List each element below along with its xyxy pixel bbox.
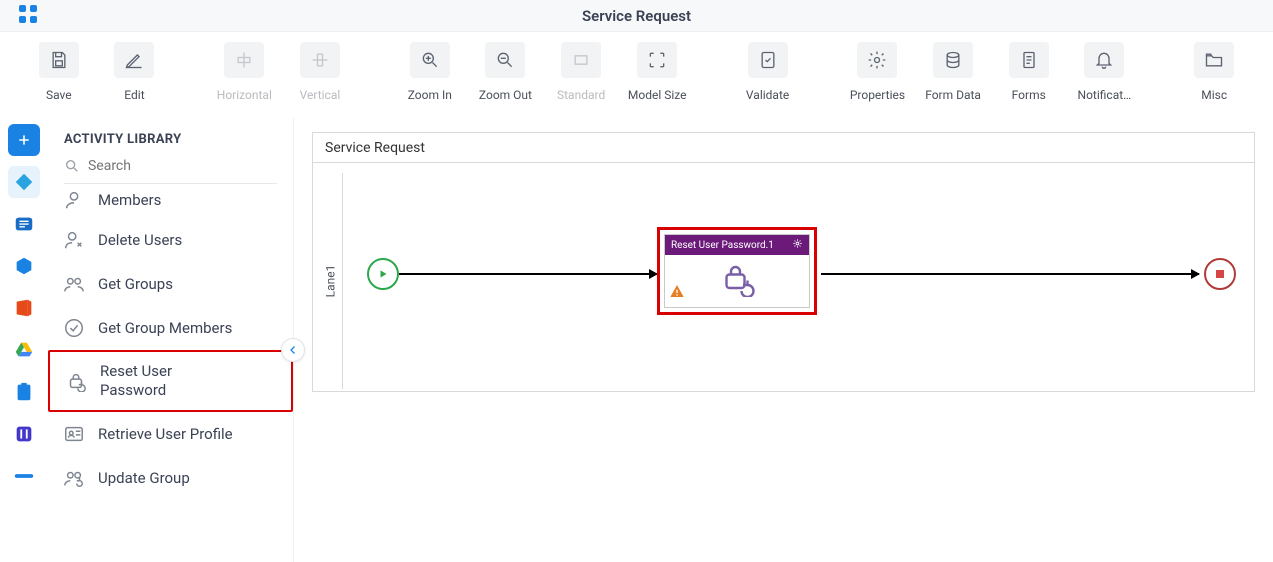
play-icon bbox=[377, 268, 389, 280]
toolbar-label: Zoom Out bbox=[479, 88, 532, 102]
toolbar-label: Misc bbox=[1201, 88, 1227, 102]
toolbar-label: Save bbox=[46, 88, 72, 102]
activity-label: Get Group Members bbox=[98, 319, 232, 337]
activity-node-reset-password[interactable]: Reset User Password.1 bbox=[657, 227, 817, 315]
properties-button[interactable]: Properties bbox=[849, 42, 907, 102]
top-bar: Service Request bbox=[0, 0, 1273, 32]
toolbar-label: Properties bbox=[850, 88, 905, 102]
user-icon bbox=[62, 188, 86, 212]
update-group-icon bbox=[62, 466, 86, 490]
lane-label[interactable]: Lane1 bbox=[319, 173, 343, 389]
delete-user-icon bbox=[62, 228, 86, 252]
activity-item-get-group-members[interactable]: Get Group Members bbox=[48, 306, 293, 350]
process-canvas[interactable]: Service Request Lane1 Reset User Passwor… bbox=[312, 132, 1255, 392]
icon-rail bbox=[0, 118, 48, 562]
toolbar-label: Edit bbox=[124, 88, 144, 102]
zoom-standard-button[interactable]: Standard bbox=[552, 42, 610, 102]
toolbar-label: Horizontal bbox=[217, 88, 272, 102]
zoom-in-icon bbox=[410, 42, 450, 78]
sidebar-header: ACTIVITY LIBRARY bbox=[48, 118, 293, 157]
gear-icon[interactable] bbox=[792, 238, 803, 252]
toolbar-label: Notificat… bbox=[1078, 88, 1132, 102]
zoom-in-button[interactable]: Zoom In bbox=[401, 42, 459, 102]
activity-item-get-groups[interactable]: Get Groups bbox=[48, 262, 293, 306]
activity-item-reset-user-password[interactable]: Reset UserPassword bbox=[48, 350, 293, 412]
rail-item-more[interactable] bbox=[8, 460, 40, 492]
toolbar-label: Validate bbox=[746, 88, 789, 102]
rail-item-drive[interactable] bbox=[8, 334, 40, 366]
rail-item-generic[interactable] bbox=[8, 166, 40, 198]
save-icon bbox=[39, 42, 79, 78]
activity-label: Delete Users bbox=[98, 231, 182, 249]
rail-item-indigo[interactable] bbox=[8, 418, 40, 450]
activity-item-retrieve-user-profile[interactable]: Retrieve User Profile bbox=[48, 412, 293, 456]
page-title: Service Request bbox=[582, 7, 691, 25]
canvas-wrap: Service Request Lane1 Reset User Passwor… bbox=[294, 118, 1273, 562]
search-icon bbox=[64, 157, 80, 175]
align-horizontal-icon bbox=[224, 42, 264, 78]
activity-label: Retrieve User Profile bbox=[98, 425, 233, 443]
database-icon bbox=[933, 42, 973, 78]
start-node[interactable] bbox=[367, 258, 399, 290]
edge[interactable] bbox=[399, 273, 657, 275]
notifications-button[interactable]: Notificat… bbox=[1076, 42, 1134, 102]
group-icon bbox=[62, 272, 86, 296]
gear-icon bbox=[857, 42, 897, 78]
toolbar-label: Zoom In bbox=[408, 88, 452, 102]
activity-item-delete-users[interactable]: Delete Users bbox=[48, 218, 293, 262]
activity-library-sidebar: ACTIVITY LIBRARY Members Delete Users Ge… bbox=[48, 118, 294, 562]
zoom-out-icon bbox=[485, 42, 525, 78]
toolbar-label: Form Data bbox=[925, 88, 981, 102]
misc-button[interactable]: Misc bbox=[1185, 42, 1243, 102]
toolbar-label: Vertical bbox=[300, 88, 341, 102]
activity-label: Get Groups bbox=[98, 275, 173, 293]
forms-icon bbox=[1009, 42, 1049, 78]
lock-reset-icon bbox=[719, 261, 755, 301]
activity-node-title: Reset User Password.1 bbox=[671, 240, 774, 251]
toolbar-label: Forms bbox=[1012, 88, 1046, 102]
sidebar-collapse-button[interactable] bbox=[281, 338, 305, 362]
canvas-title: Service Request bbox=[313, 133, 1254, 163]
lock-reset-icon bbox=[64, 369, 88, 393]
activity-label: Update Group bbox=[98, 469, 190, 487]
search-input[interactable] bbox=[88, 158, 277, 174]
align-horizontal-button[interactable]: Horizontal bbox=[216, 42, 274, 102]
save-button[interactable]: Save bbox=[30, 42, 88, 102]
rail-item-hexagon[interactable] bbox=[8, 250, 40, 282]
edit-icon bbox=[114, 42, 154, 78]
folder-icon bbox=[1194, 42, 1234, 78]
end-node[interactable] bbox=[1204, 258, 1236, 290]
profile-card-icon bbox=[62, 422, 86, 446]
check-circle-icon bbox=[62, 316, 86, 340]
align-vertical-icon bbox=[300, 42, 340, 78]
rail-add-button[interactable] bbox=[8, 124, 40, 156]
validate-button[interactable]: Validate bbox=[739, 42, 797, 102]
activity-label: Reset UserPassword bbox=[100, 362, 172, 400]
zoom-out-button[interactable]: Zoom Out bbox=[477, 42, 535, 102]
activity-item-members[interactable]: Members bbox=[48, 186, 293, 218]
sidebar-search[interactable] bbox=[48, 157, 293, 183]
activity-item-update-group[interactable]: Update Group bbox=[48, 456, 293, 500]
rail-item-office[interactable] bbox=[8, 292, 40, 324]
toolbar-label: Standard bbox=[557, 88, 605, 102]
warning-icon bbox=[669, 283, 685, 303]
bell-icon bbox=[1084, 42, 1124, 78]
chevron-left-icon bbox=[287, 344, 299, 356]
rail-item-clipboard[interactable] bbox=[8, 376, 40, 408]
toolbar: Save Edit Horizontal Vertical Zoom In Zo… bbox=[0, 32, 1273, 118]
model-size-icon bbox=[637, 42, 677, 78]
edit-button[interactable]: Edit bbox=[106, 42, 164, 102]
toolbar-label: Model Size bbox=[628, 88, 687, 102]
align-vertical-button[interactable]: Vertical bbox=[291, 42, 349, 102]
rail-item-exchange[interactable] bbox=[8, 208, 40, 240]
forms-button[interactable]: Forms bbox=[1000, 42, 1058, 102]
form-data-button[interactable]: Form Data bbox=[924, 42, 982, 102]
edge[interactable] bbox=[821, 273, 1199, 275]
zoom-standard-icon bbox=[561, 42, 601, 78]
model-size-button[interactable]: Model Size bbox=[628, 42, 687, 102]
validate-icon bbox=[748, 42, 788, 78]
apps-icon[interactable] bbox=[18, 4, 38, 28]
stop-icon bbox=[1216, 270, 1224, 278]
activity-label: Members bbox=[98, 191, 161, 209]
